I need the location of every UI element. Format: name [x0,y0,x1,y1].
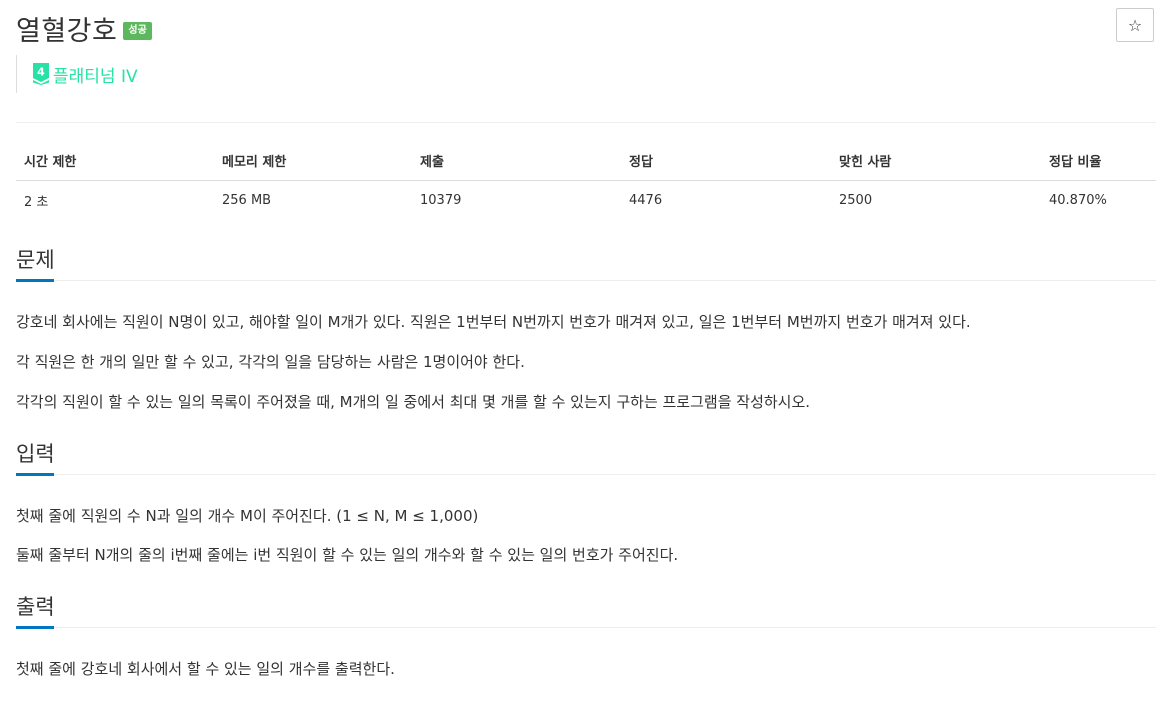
section-title: 출력 [16,595,55,619]
title-row: 열혈강호 성공 [16,8,152,48]
output-section-header: 출력 [16,591,1156,629]
table-header-row: 시간 제한 메모리 제한 제출 정답 맞힌 사람 정답 비율 [16,140,1156,181]
tier-icon: 4 [33,63,49,85]
section-divider [16,627,1156,628]
column-header: 제출 [412,140,621,181]
input-paragraph: 첫째 줄에 직원의 수 N과 일의 개수 M이 주어진다. (1 ≤ N, M … [16,507,479,525]
tier-label: 플래티넘 IV [53,66,138,87]
star-icon: ☆ [1127,15,1143,35]
section-accent [16,473,54,476]
problem-page: 열혈강호 성공 ☆ 4 플래티넘 IV 시간 제한 메모리 제한 제출 정답 맞… [0,0,1167,702]
favorite-button[interactable]: ☆ [1116,8,1154,42]
tier-number: 4 [37,66,45,79]
accepted-cell: 4476 [629,193,663,208]
problem-paragraph: 각 직원은 한 개의 일만 할 수 있고, 각각의 일을 담당하는 사람은 1명… [16,353,525,371]
table-row: 2 초 256 MB 10379 4476 2500 40.870% [16,181,1156,221]
section-title: 입력 [16,442,55,466]
problem-title: 열혈강호 [16,15,118,47]
column-header: 시간 제한 [16,140,214,181]
accepted-ratio-cell: 40.870% [1049,193,1107,208]
problem-info-table: 시간 제한 메모리 제한 제출 정답 맞힌 사람 정답 비율 2 초 256 M… [16,140,1156,220]
submissions-cell: 10379 [420,193,462,208]
problem-paragraph: 강호네 회사에는 직원이 N명이 있고, 해야할 일이 M개가 있다. 직원은 … [16,313,971,331]
problem-section-header: 문제 [16,244,1156,282]
divider [16,122,1156,123]
solvers-cell: 2500 [839,193,873,208]
column-header: 정답 [621,140,831,181]
memory-limit-cell: 256 MB [222,193,272,208]
section-divider [16,474,1156,475]
status-badge: 성공 [123,22,152,40]
column-header: 맞힌 사람 [831,140,1041,181]
input-paragraph: 둘째 줄부터 N개의 줄의 i번째 줄에는 i번 직원이 할 수 있는 일의 개… [16,546,679,564]
tier-info: 4 플래티넘 IV [16,55,138,93]
column-header: 메모리 제한 [214,140,412,181]
column-header: 정답 비율 [1041,140,1156,181]
output-paragraph: 첫째 줄에 강호네 회사에서 할 수 있는 일의 개수를 출력한다. [16,660,395,678]
section-divider [16,280,1156,281]
problem-paragraph: 각각의 직원이 할 수 있는 일의 목록이 주어졌을 때, M개의 일 중에서 … [16,393,811,411]
time-limit-cell: 2 초 [24,195,49,210]
section-accent [16,279,54,282]
section-accent [16,626,54,629]
section-title: 문제 [16,248,55,272]
input-section-header: 입력 [16,438,1156,476]
